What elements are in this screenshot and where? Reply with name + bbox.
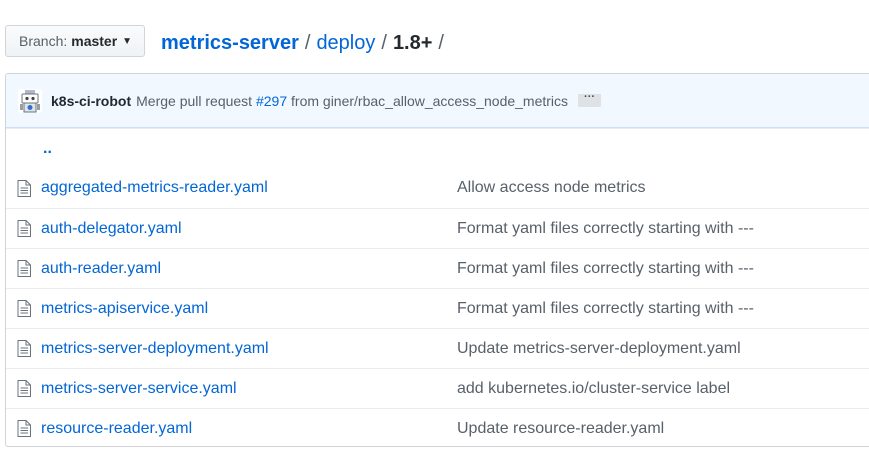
file-row: metrics-apiservice.yaml Format yaml files… [6,288,869,328]
expand-commit-button[interactable]: ··· [578,92,602,107]
caret-down-icon: ▼ [122,35,133,47]
file-icon [17,179,41,197]
file-name-link[interactable]: resource-reader.yaml [41,420,457,438]
file-name-link[interactable]: aggregated-metrics-reader.yaml [41,179,457,197]
file-name-link[interactable]: auth-reader.yaml [41,260,457,278]
file-name-link[interactable]: metrics-server-deployment.yaml [41,340,457,358]
file-commit-message-link[interactable]: Update metrics-server-deployment.yaml [457,340,741,358]
latest-commit-bar: k8s-ci-robot Merge pull request #297 fro… [6,74,869,128]
file-name-link[interactable]: metrics-server-service.yaml [41,380,457,398]
breadcrumb-current: 1.8+ [392,32,433,54]
file-row: auth-reader.yaml Format yaml files correc… [6,248,869,288]
breadcrumb-deploy-link[interactable]: deploy [316,30,375,56]
commit-message-suffix: from giner/rbac_allow_access_node_metric… [291,92,569,109]
file-commit-message-link[interactable]: Format yaml files correctly starting wit… [457,300,754,318]
commit-message: Merge pull request #297 from giner/rbac_… [136,93,568,109]
file-commit-message-link[interactable]: Format yaml files correctly starting wit… [457,220,754,238]
file-icon [17,300,41,317]
breadcrumb-separator: / [381,32,387,54]
commit-message-prefix: Merge pull request [136,92,253,109]
file-row: auth-delegator.yaml Format yaml files cor… [6,208,869,248]
file-list: k8s-ci-robot Merge pull request #297 fro… [5,73,869,447]
branch-value: master [71,33,118,49]
breadcrumb-repo-link[interactable]: metrics-server [161,30,299,56]
commit-author-link[interactable]: k8s-ci-robot [51,93,131,109]
file-icon [17,220,41,237]
parent-dir-link[interactable]: .. [43,140,52,158]
breadcrumb-separator: / [304,32,311,54]
file-row: metrics-server-service.yaml add kubernete… [6,368,869,408]
file-row: metrics-server-deployment.yaml Update met… [6,328,869,368]
pull-request-link[interactable]: #297 [256,93,287,109]
file-commit-message-link[interactable]: Update resource-reader.yaml [457,420,664,438]
file-commit-message-link[interactable]: Allow access node metrics [457,179,646,197]
branch-select-button[interactable]: Branch: master ▼ [5,25,145,57]
file-icon [17,380,41,397]
file-icon [17,340,41,357]
file-row: aggregated-metrics-reader.yaml Allow acce… [6,168,869,208]
breadcrumb: metrics-server / deploy / 1.8+ / [161,30,450,56]
file-icon [17,420,41,437]
robot-avatar[interactable] [18,88,42,113]
file-name-link[interactable]: auth-delegator.yaml [41,220,457,238]
parent-dir-row: .. [6,128,869,168]
file-commit-message-link[interactable]: add kubernetes.io/cluster-service label [457,380,730,398]
file-commit-message-link[interactable]: Format yaml files correctly starting wit… [457,260,754,278]
branch-label: Branch: [19,33,68,49]
file-icon [17,260,41,277]
file-row: resource-reader.yaml Update resource-read… [6,408,869,446]
breadcrumb-separator: / [438,32,444,54]
file-name-link[interactable]: metrics-apiservice.yaml [41,300,457,318]
